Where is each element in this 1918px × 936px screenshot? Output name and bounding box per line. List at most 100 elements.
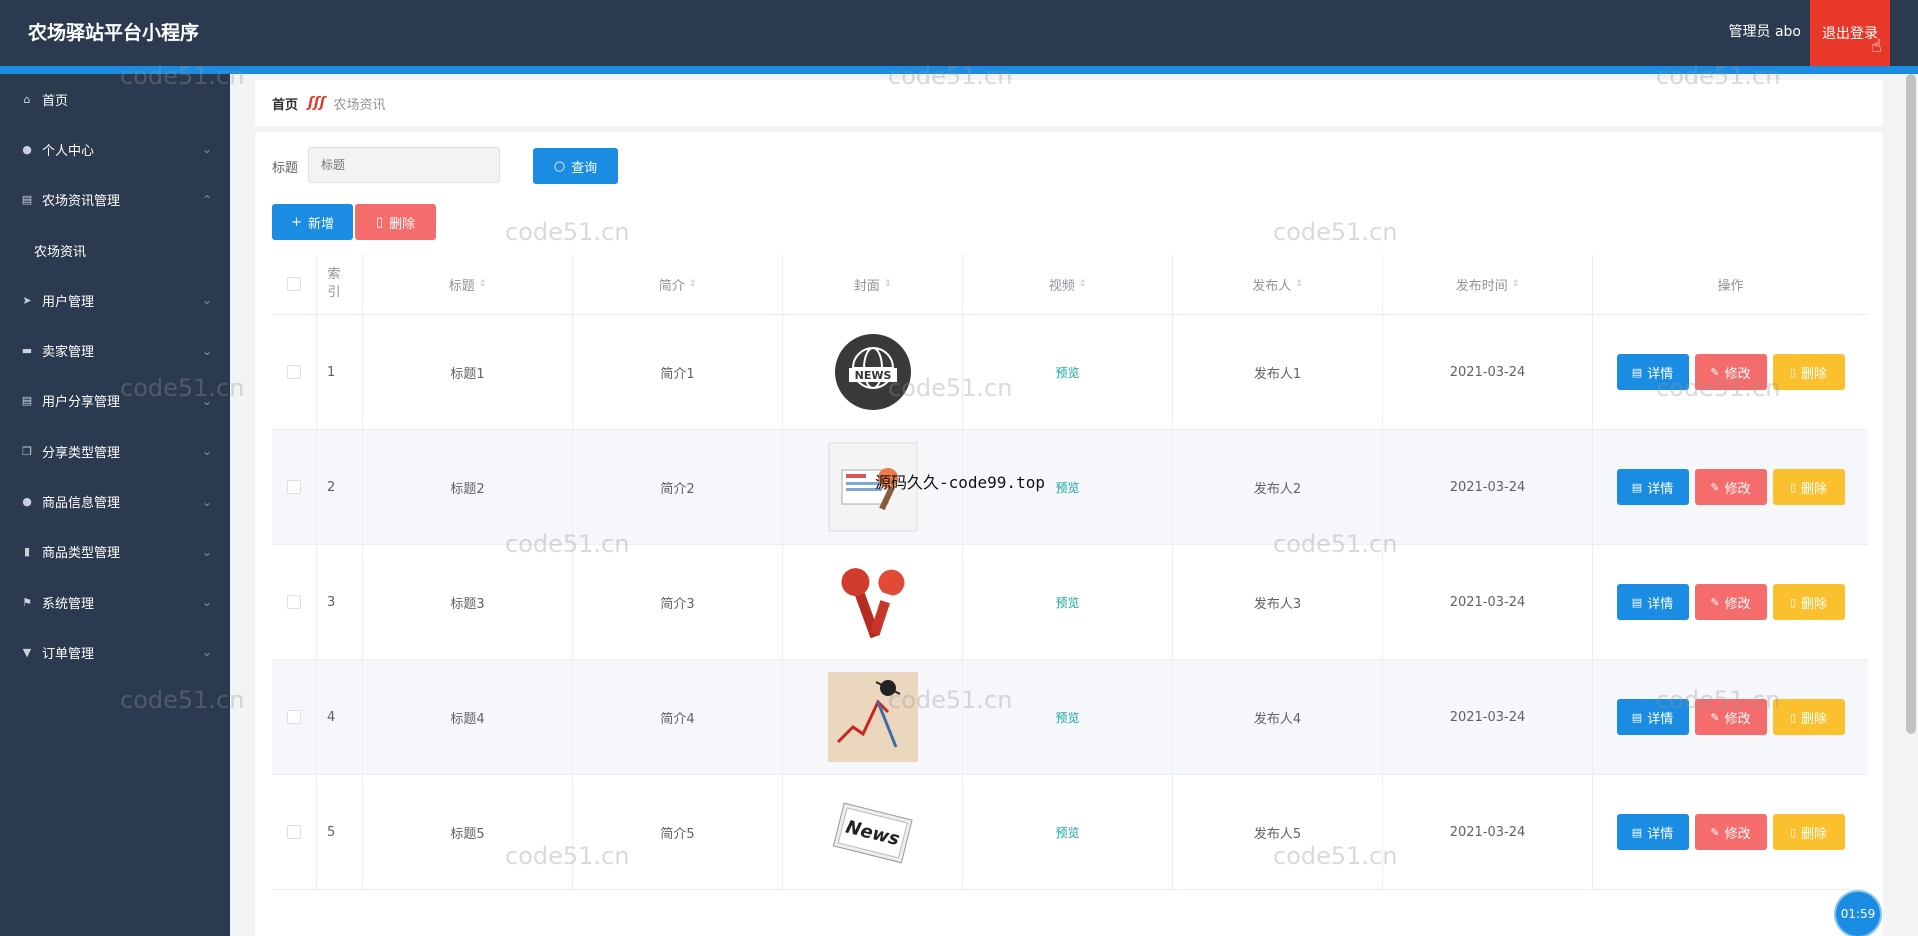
header-video[interactable]: 视频 ⇕: [963, 254, 1173, 314]
clipboard-icon: ▤: [21, 394, 33, 408]
microphone-icon: ▮: [23, 545, 31, 559]
sidebar-item-1[interactable]: ● 个人中心 ⌄: [0, 124, 230, 174]
sidebar-item-9[interactable]: ▮ 商品类型管理 ⌄: [0, 527, 230, 577]
row-checkbox[interactable]: [287, 710, 301, 724]
trash-icon: ▯: [1789, 365, 1797, 379]
detail-button[interactable]: ▤ 详情: [1616, 584, 1689, 620]
row-intro: 简介2: [573, 430, 783, 544]
detail-button[interactable]: ▤ 详情: [1616, 814, 1689, 850]
delete-button[interactable]: ▯ 删除: [1772, 699, 1845, 735]
overlay-watermark: 源码久久-code99.top: [875, 473, 1045, 492]
row-intro: 简介5: [573, 775, 783, 889]
video-preview-link[interactable]: 预览: [1055, 594, 1079, 611]
delete-label: 删除: [1801, 596, 1828, 612]
pencil-icon: ✎: [1710, 825, 1720, 839]
detail-button[interactable]: ▤ 详情: [1616, 354, 1689, 390]
add-button[interactable]: + 新增: [272, 204, 353, 240]
sidebar-item-5[interactable]: ▬ 卖家管理 ⌄: [0, 325, 230, 375]
sidebar-item-4[interactable]: ➤ 用户管理 ⌄: [0, 275, 230, 325]
row-video: 预览: [963, 545, 1173, 659]
batch-delete-button[interactable]: ▯ 删除: [355, 204, 436, 240]
row-publisher: 发布人4: [1173, 660, 1383, 774]
video-preview-link[interactable]: 预览: [1055, 364, 1079, 381]
row-title: 标题3: [363, 545, 573, 659]
row-checkbox[interactable]: [287, 595, 301, 609]
chevron-down-icon[interactable]: ⌄: [202, 394, 212, 408]
user-icon: ●: [22, 495, 32, 509]
table-body: 1 标题1 简介1 NEWS 预览 发布人1 2021-03-24 ▤ 详情 ✎ 修改 ▯ 删除 2 标题2…: [272, 315, 1868, 890]
delete-button[interactable]: ▯ 删除: [1772, 354, 1845, 390]
chevron-down-icon[interactable]: ⌄: [202, 495, 212, 509]
chevron-down-icon[interactable]: ⌄: [202, 545, 212, 559]
news-globe-icon[interactable]: NEWS: [828, 327, 918, 417]
video-preview-link[interactable]: 预览: [1055, 824, 1079, 841]
chevron-down-icon[interactable]: ⌄: [202, 293, 212, 307]
chevron-down-icon[interactable]: ⌄: [202, 444, 212, 458]
row-time: 2021-03-24: [1383, 545, 1593, 659]
row-index: 5: [317, 775, 363, 889]
chevron-down-icon[interactable]: ⌄: [202, 142, 212, 156]
edit-button[interactable]: ✎ 修改: [1694, 584, 1767, 620]
detail-label: 详情: [1647, 366, 1674, 382]
header-cover-label: 封面: [853, 278, 880, 294]
delete-button[interactable]: ▯ 删除: [1772, 584, 1845, 620]
sidebar-item-7[interactable]: ❐ 分享类型管理 ⌄: [0, 426, 230, 476]
row-ops: ▤ 详情 ✎ 修改 ▯ 删除: [1593, 660, 1868, 774]
chart-crash-icon[interactable]: [827, 672, 918, 762]
microphones-icon[interactable]: [828, 557, 918, 647]
chevron-down-icon[interactable]: ⌄: [202, 344, 212, 358]
detail-button[interactable]: ▤ 详情: [1616, 699, 1689, 735]
row-checkbox[interactable]: [287, 480, 301, 494]
edit-button[interactable]: ✎ 修改: [1694, 814, 1767, 850]
row-checkbox[interactable]: [287, 825, 301, 839]
delete-button[interactable]: ▯ 删除: [1772, 814, 1845, 850]
header-index-label: 索引: [327, 267, 341, 300]
sidebar-item-10[interactable]: ⚑ 系统管理 ⌄: [0, 577, 230, 627]
plus-icon: +: [291, 214, 302, 230]
pencil-icon: ✎: [1710, 710, 1720, 724]
header-publisher-label: 发布人: [1252, 278, 1292, 294]
sidebar: ⌂ 首页 ● 个人中心 ⌄ ▤ 农场资讯管理 ⌃ 农场资讯 ➤ 用户管理 ⌄ ▬ 卖家管理 ⌄ ▤ 用户分享管理…: [0, 74, 230, 936]
breadcrumb-separator-icon: ʃʃʃ: [308, 95, 326, 111]
detail-button[interactable]: ▤ 详情: [1616, 469, 1689, 505]
table-row: 4 标题4 简介4 预览 发布人4 2021-03-24 ▤ 详情 ✎ 修改 ▯ 删除: [272, 660, 1868, 775]
sidebar-item-8[interactable]: ● 商品信息管理 ⌄: [0, 476, 230, 526]
select-all-checkbox[interactable]: [287, 277, 301, 291]
sidebar-item-3[interactable]: 农场资讯: [0, 225, 230, 275]
row-ops: ▤ 详情 ✎ 修改 ▯ 删除: [1593, 430, 1868, 544]
query-button[interactable]: ○ 查询: [533, 148, 618, 184]
sort-icon: ⇕: [1295, 279, 1303, 289]
news-paper-stack-icon[interactable]: News: [828, 787, 918, 877]
chevron-up-icon[interactable]: ⌃: [202, 193, 212, 207]
sidebar-item-label: 商品信息管理: [42, 496, 121, 512]
video-preview-link[interactable]: 预览: [1055, 709, 1079, 726]
chevron-down-icon[interactable]: ⌄: [202, 645, 212, 659]
hand-cursor-icon: ☝: [1871, 36, 1882, 57]
delete-button[interactable]: ▯ 删除: [1772, 469, 1845, 505]
edit-button[interactable]: ✎ 修改: [1694, 354, 1767, 390]
sidebar-item-2[interactable]: ▤ 农场资讯管理 ⌃: [0, 175, 230, 225]
header-time[interactable]: 发布时间 ⇕: [1383, 254, 1593, 314]
app-title: 农场驿站平台小程序: [28, 22, 200, 44]
sidebar-item-11[interactable]: ▼ 订单管理 ⌄: [0, 627, 230, 677]
search-input[interactable]: [308, 147, 500, 183]
chevron-down-icon[interactable]: ⌄: [202, 595, 212, 609]
breadcrumb-home[interactable]: 首页: [272, 94, 298, 113]
row-publisher: 发布人5: [1173, 775, 1383, 889]
search-icon: ○: [553, 158, 566, 174]
page-scrollbar[interactable]: [1906, 74, 1916, 734]
header-intro[interactable]: 简介 ⇕: [573, 254, 783, 314]
edit-label: 修改: [1724, 711, 1751, 727]
header-cover[interactable]: 封面 ⇕: [783, 254, 963, 314]
edit-button[interactable]: ✎ 修改: [1694, 699, 1767, 735]
header-publisher[interactable]: 发布人 ⇕: [1173, 254, 1383, 314]
detail-label: 详情: [1647, 596, 1674, 612]
header-title[interactable]: 标题 ⇕: [363, 254, 573, 314]
sidebar-item-0[interactable]: ⌂ 首页: [0, 74, 230, 124]
row-checkbox[interactable]: [287, 365, 301, 379]
sidebar-item-6[interactable]: ▤ 用户分享管理 ⌄: [0, 376, 230, 426]
detail-label: 详情: [1647, 711, 1674, 727]
document-icon: ▤: [1631, 595, 1643, 609]
video-preview-link[interactable]: 预览: [1055, 479, 1079, 496]
edit-button[interactable]: ✎ 修改: [1694, 469, 1767, 505]
